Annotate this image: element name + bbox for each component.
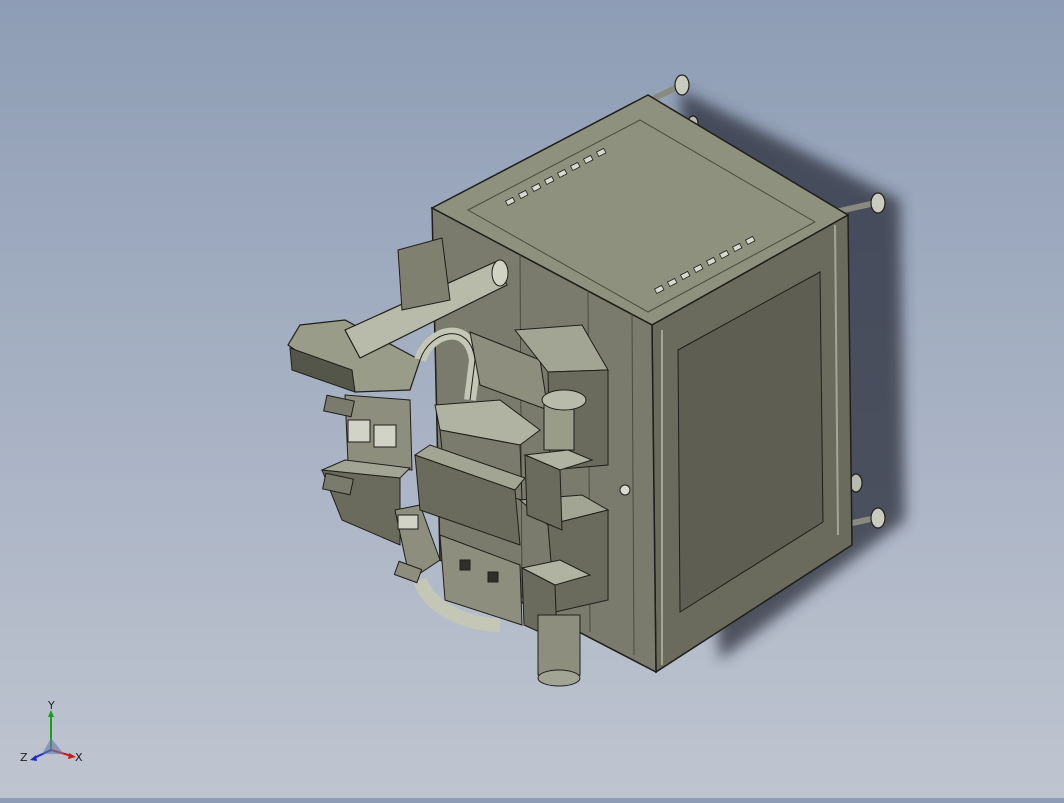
model-viewport[interactable]: Y X Z xyxy=(0,0,1064,798)
z-axis-arrow xyxy=(30,755,37,761)
triad-base xyxy=(42,738,64,754)
view-orientation-triad[interactable]: Y X Z xyxy=(18,700,88,772)
front-port xyxy=(619,484,631,496)
z-axis-label: Z xyxy=(20,751,28,764)
cad-model[interactable] xyxy=(0,0,1064,798)
x-axis-label: X xyxy=(75,751,83,764)
y-axis-label: Y xyxy=(47,700,55,712)
